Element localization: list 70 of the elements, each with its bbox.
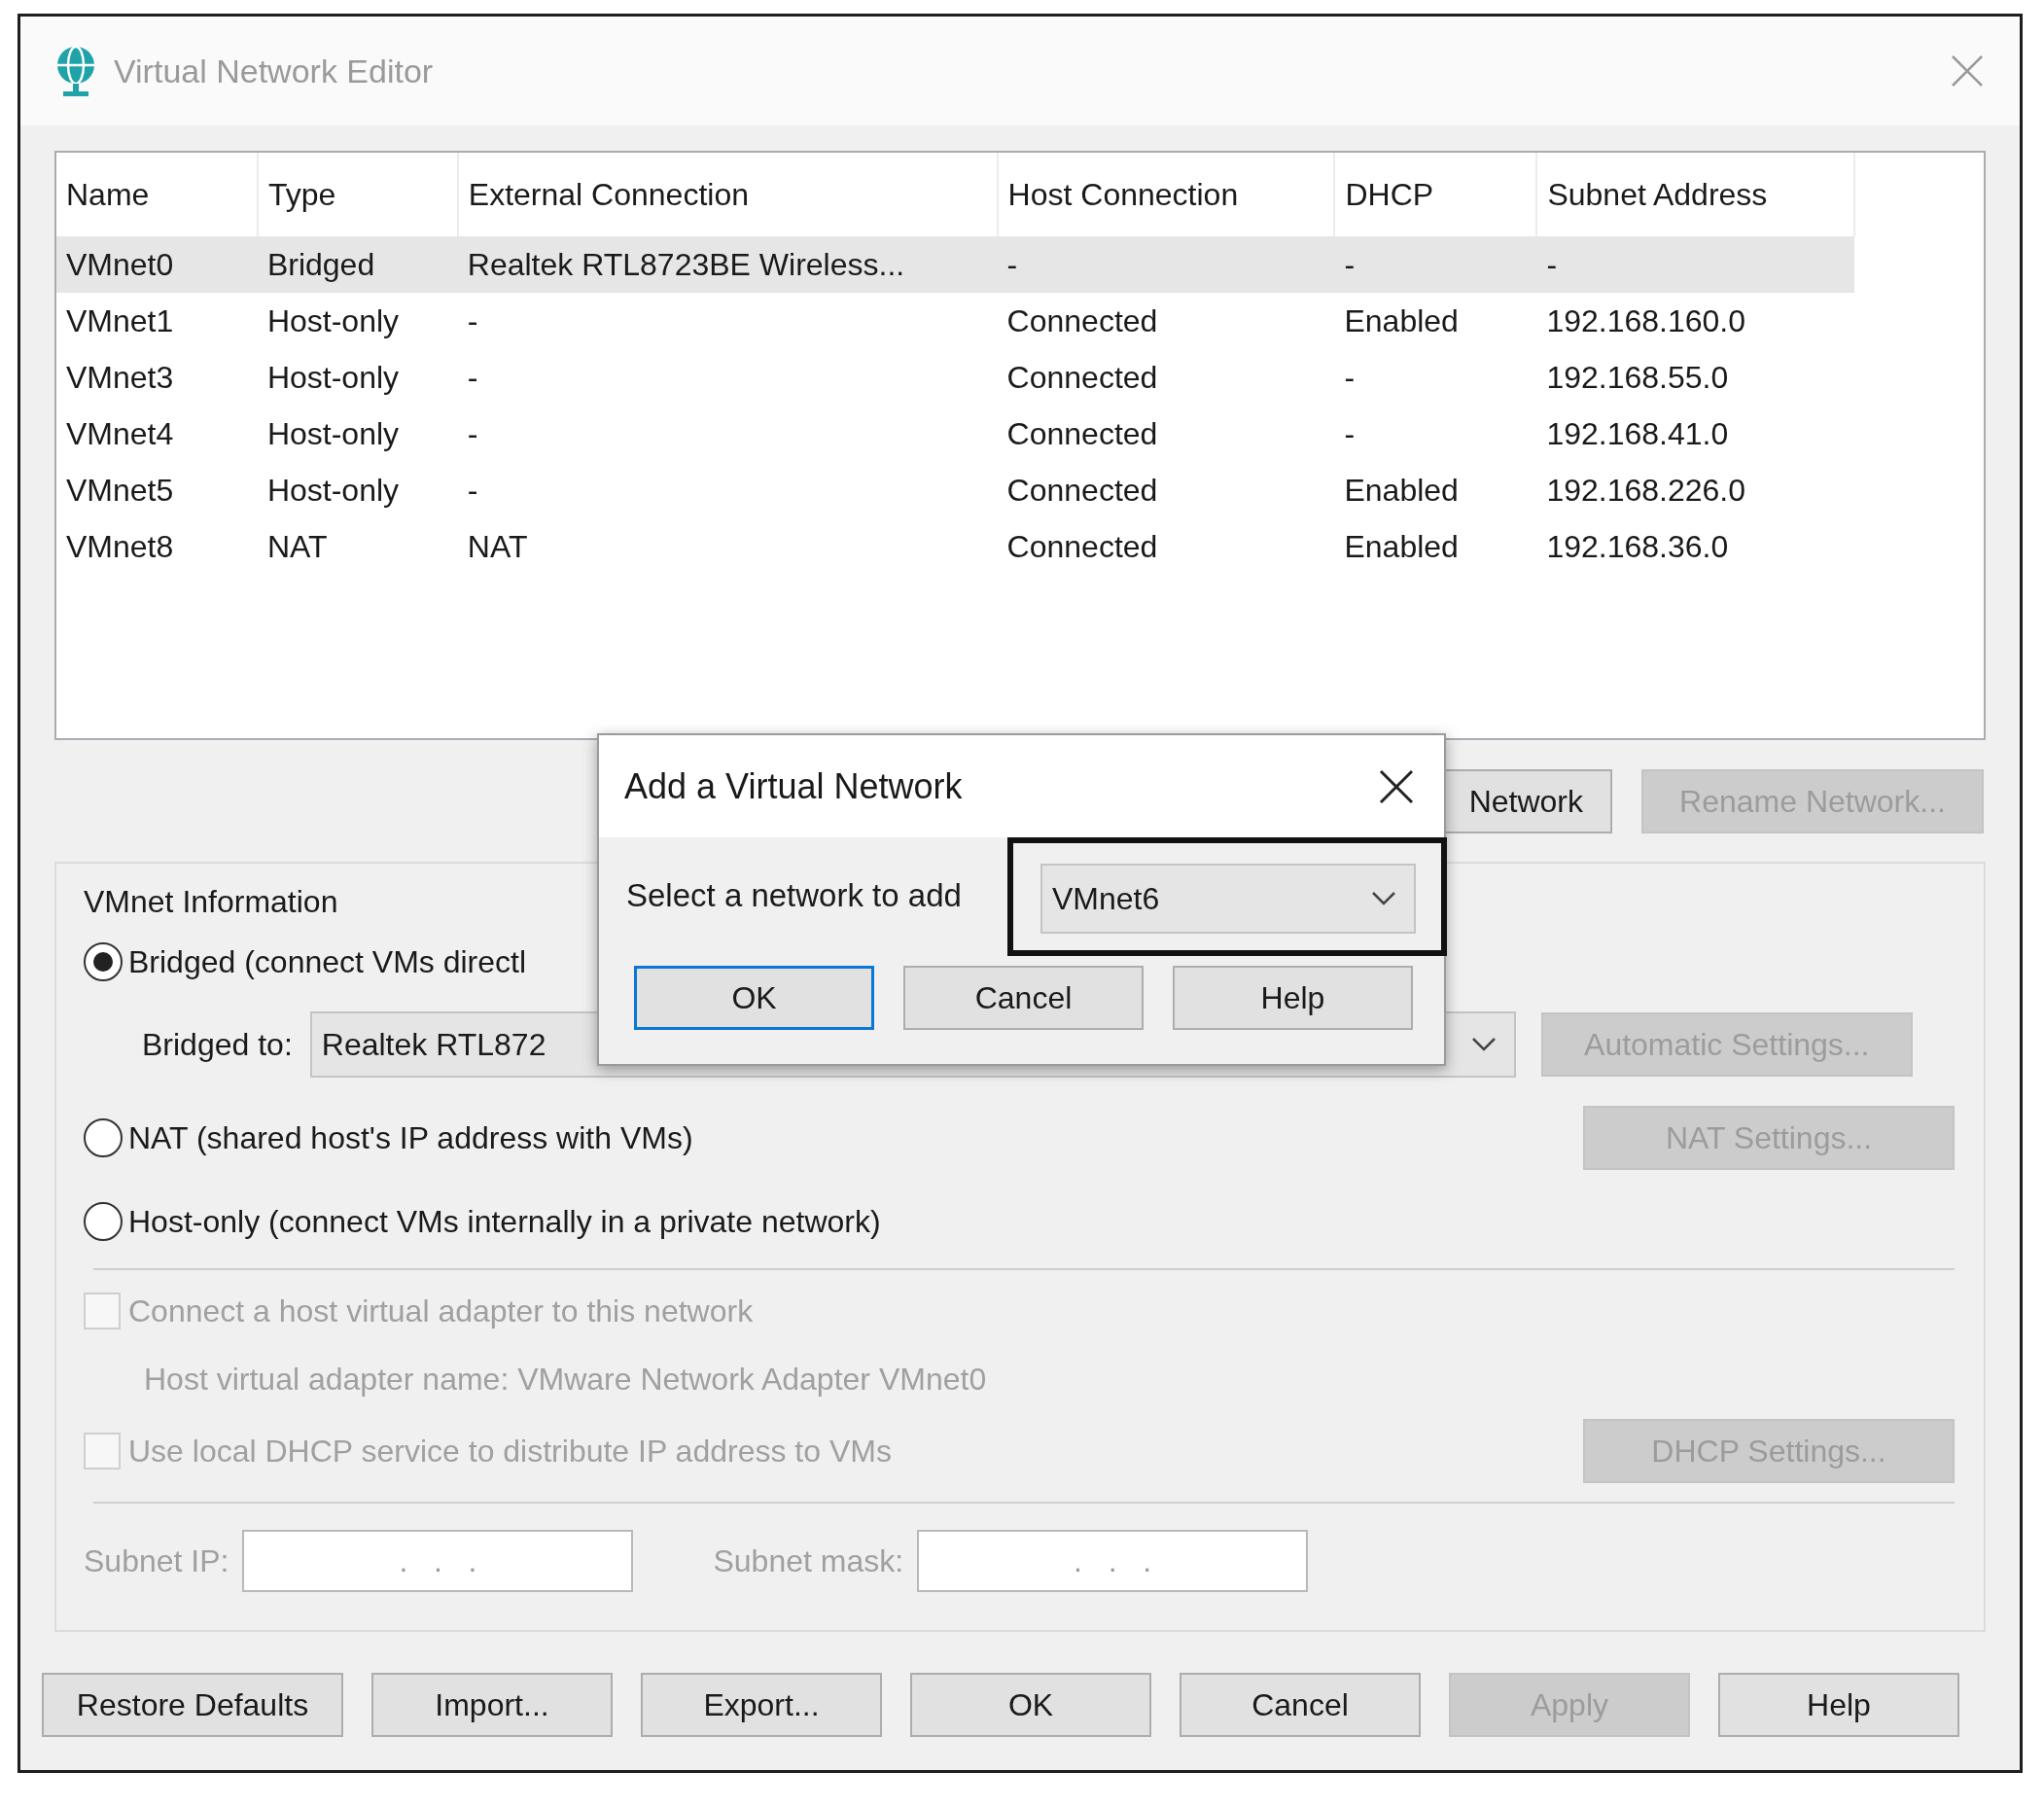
field-label: Bridged to:	[142, 1026, 293, 1064]
table-cell: 192.168.160.0	[1536, 293, 1854, 349]
table-cell: Enabled	[1334, 293, 1537, 349]
caret-icon	[1371, 891, 1396, 906]
checkbox-label: Connect a host virtual adapter to this network	[128, 1293, 754, 1330]
checkbox-label: Use local DHCP service to distribute IP address to VMs	[128, 1433, 892, 1470]
table-cell-text: VMnet5	[65, 472, 175, 510]
table-cell-text: -	[1343, 415, 1357, 453]
table-cell-text: 192.168.226.0	[1545, 472, 1747, 510]
table-cell: Realtek RTL8723BE Wireless...	[457, 236, 998, 293]
button[interactable]: OK	[910, 1673, 1151, 1737]
button[interactable]: Cancel	[903, 966, 1144, 1030]
table-row[interactable]: VMnet1 Host-only - Connected Enabled 192.168.160.0	[56, 293, 1854, 349]
table-cell-text: Host-only	[265, 415, 401, 453]
radio-label: NAT (shared host's IP address with VMs)	[128, 1119, 693, 1157]
dialog-title: Add a Virtual Network	[624, 764, 963, 808]
table-cell-text: -	[466, 415, 479, 453]
button[interactable]: Help	[1718, 1673, 1959, 1737]
field-label: Subnet IP:	[84, 1542, 229, 1580]
caret-icon	[1470, 1037, 1497, 1052]
table-cell-text: VMnet3	[65, 359, 175, 397]
group-title: VMnet Information	[84, 883, 338, 921]
table-cell-text: NAT	[466, 528, 529, 566]
table-cell: Bridged	[257, 236, 458, 293]
button[interactable]: Help	[1173, 966, 1413, 1030]
table-cell-text: NAT	[265, 528, 329, 566]
table-cell-text: -	[466, 472, 479, 510]
table-cell-text: 192.168.55.0	[1545, 359, 1730, 397]
button[interactable]: Export...	[641, 1673, 882, 1737]
dropdown[interactable]: VMnet6	[1040, 864, 1416, 934]
table-cell: -	[457, 293, 998, 349]
radio-label: Bridged (connect VMs directl	[128, 943, 527, 981]
button[interactable]: Cancel	[1180, 1673, 1421, 1737]
radio-button[interactable]	[84, 942, 123, 981]
button[interactable]: OK	[634, 966, 874, 1030]
table-cell: Host-only	[257, 293, 458, 349]
window-title: Virtual Network Editor	[114, 51, 434, 91]
table-row[interactable]: VMnet4 Host-only - Connected - 192.168.41.0	[56, 406, 1854, 462]
table-cell-text: Connected	[1005, 415, 1159, 453]
table-cell: -	[1536, 236, 1854, 293]
table-cell-text: Enabled	[1343, 472, 1460, 510]
table-cell: Connected	[997, 293, 1335, 349]
table-cell-text: Enabled	[1343, 528, 1460, 566]
table-cell: -	[997, 236, 1335, 293]
table-cell-text: 192.168.36.0	[1545, 528, 1730, 566]
table-row[interactable]: VMnet8 NAT NAT Connected Enabled 192.168.36.0	[56, 518, 1854, 575]
table-cell: -	[1334, 236, 1537, 293]
table-cell-text: VMnet4	[65, 415, 175, 453]
table-cell-text: Host-only	[265, 359, 401, 397]
table-row[interactable]: VMnet0 Bridged Realtek RTL8723BE Wireless... - - -	[56, 236, 1854, 293]
table-cell-text: Connected	[1005, 472, 1159, 510]
table-row[interactable]: VMnet5 Host-only - Connected Enabled 192.168.226.0	[56, 462, 1854, 518]
table-cell-text: -	[1343, 359, 1357, 397]
radio-button[interactable]	[84, 1202, 123, 1241]
table-cell-text: Host-only	[265, 472, 401, 510]
radio-button[interactable]	[84, 1118, 123, 1157]
table-cell-text: 192.168.41.0	[1545, 415, 1730, 453]
field-label: Select a network to add	[626, 876, 962, 915]
field-label: Subnet mask:	[713, 1542, 904, 1580]
table-cell: VMnet0	[56, 236, 258, 293]
table-cell-text: -	[466, 359, 479, 397]
table-cell-text: Connected	[1005, 528, 1159, 566]
table-cell-text: VMnet8	[65, 528, 175, 566]
adapter-name-text: Host virtual adapter name: VMware Network Adapter VMnet0	[144, 1361, 987, 1399]
button[interactable]: Restore Defaults	[42, 1673, 343, 1737]
button[interactable]: Import...	[371, 1673, 613, 1737]
table-cell: VMnet1	[56, 293, 258, 349]
table-cell-text: Connected	[1005, 359, 1159, 397]
table-row[interactable]: VMnet3 Host-only - Connected - 192.168.55.0	[56, 349, 1854, 406]
radio-label: Host-only (connect VMs internally in a private network)	[128, 1203, 881, 1241]
